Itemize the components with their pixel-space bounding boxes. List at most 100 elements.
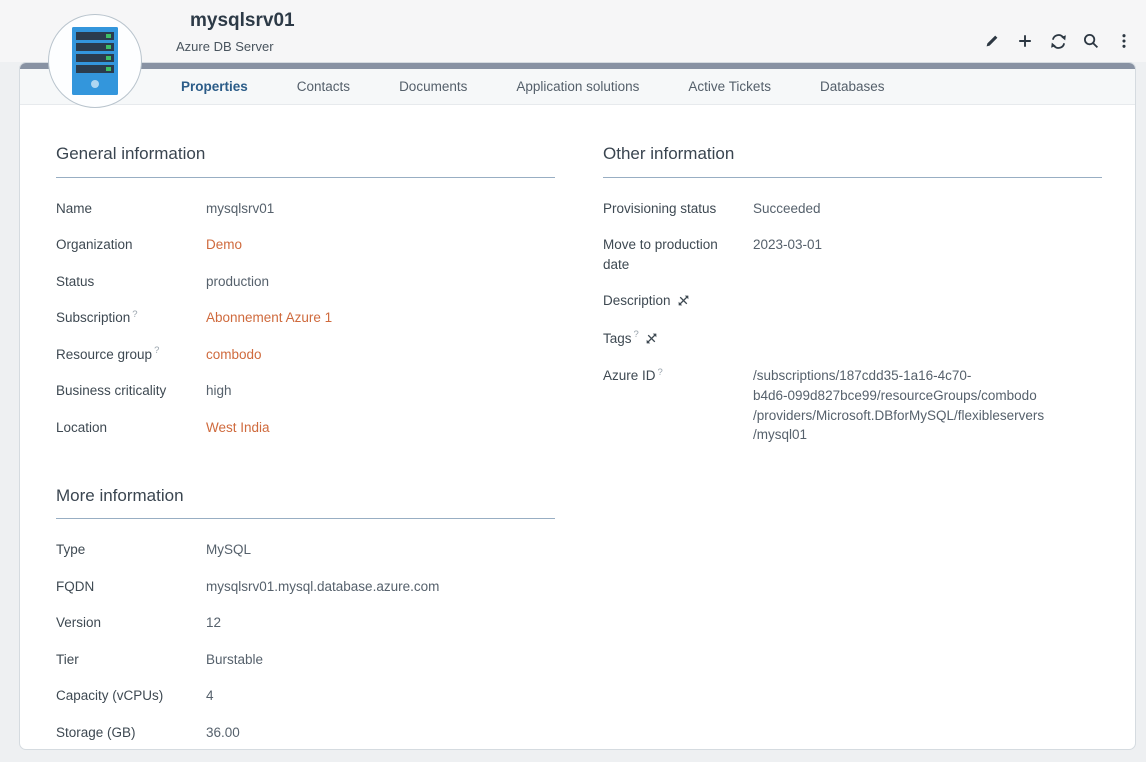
field-value: 12 — [206, 613, 555, 633]
field-label: Business criticality — [56, 381, 206, 401]
field-label-text: Location — [56, 420, 107, 435]
field-row-provisioning-status: Provisioning status Succeeded — [603, 199, 1102, 219]
field-value: production — [206, 272, 555, 292]
kebab-menu-icon — [1116, 33, 1132, 49]
section-title: General information — [56, 142, 555, 178]
field-value: 36.00 — [206, 723, 555, 743]
field-label: Name — [56, 199, 206, 219]
help-indicator: ? — [154, 345, 159, 356]
server-icon — [72, 27, 118, 95]
field-label-text: Storage (GB) — [56, 725, 136, 740]
field-row-name: Name mysqlsrv01 — [56, 199, 555, 219]
field-value-link[interactable]: Demo — [206, 235, 555, 255]
section-title: Other information — [603, 142, 1102, 178]
edit-button[interactable] — [981, 30, 1003, 52]
field-row-tier: TierBurstable — [56, 650, 555, 670]
field-value — [753, 329, 1102, 350]
expand-field-button[interactable] — [678, 292, 689, 312]
field-label-text: Azure ID — [603, 368, 656, 383]
tab-contacts[interactable]: Contacts — [297, 77, 350, 97]
section-general-information: General information Namemysqlsrv01Organi… — [56, 142, 555, 438]
object-avatar — [48, 14, 142, 108]
expand-field-button[interactable] — [646, 330, 657, 350]
field-label-text: FQDN — [56, 579, 94, 594]
field-row-business-criticality: Business criticalityhigh — [56, 381, 555, 401]
header-actions — [981, 30, 1135, 52]
magnifier-icon — [1083, 33, 1099, 49]
field-label-text: Subscription — [56, 310, 130, 325]
field-row-type: TypeMySQL — [56, 540, 555, 560]
refresh-icon — [1050, 33, 1067, 50]
field-value: 4 — [206, 686, 555, 706]
field-row-storage-gb: Storage (GB) 36.00 — [56, 723, 555, 743]
field-row-azure-id: Azure ID?/subscriptions/187cdd35-1a16-4c… — [603, 366, 1102, 444]
header-band — [0, 0, 1146, 62]
section-title: More information — [56, 484, 555, 520]
field-value: mysqlsrv01 — [206, 199, 555, 219]
expand-arrows-icon — [646, 333, 657, 344]
field-row-move-to-production-date: Move to production date2023-03-01 — [603, 235, 1102, 274]
page-title: mysqlsrv01 — [190, 7, 295, 35]
general-fields: Namemysqlsrv01OrganizationDemoStatusprod… — [56, 199, 555, 438]
field-label-text: Provisioning status — [603, 201, 716, 216]
object-class-label: Azure DB Server — [176, 38, 274, 57]
field-label: Version — [56, 613, 206, 633]
field-label: Move to production date — [603, 235, 753, 274]
field-row-organization: OrganizationDemo — [56, 235, 555, 255]
field-value — [753, 291, 1102, 312]
field-label-text: Tier — [56, 652, 79, 667]
field-label: Capacity (vCPUs) — [56, 686, 206, 706]
field-value-link[interactable]: combodo — [206, 345, 555, 365]
tab-properties[interactable]: Properties — [181, 77, 248, 97]
field-label: Azure ID? — [603, 366, 753, 444]
search-button[interactable] — [1080, 30, 1102, 52]
left-column: General information Namemysqlsrv01Organi… — [56, 142, 555, 743]
right-column: Other information Provisioning status Suc… — [603, 142, 1102, 743]
field-label: Provisioning status — [603, 199, 753, 219]
field-label-text: Type — [56, 542, 85, 557]
field-value: Succeeded — [753, 199, 1102, 219]
section-other-information: Other information Provisioning status Suc… — [603, 142, 1102, 445]
more-actions-button[interactable] — [1113, 30, 1135, 52]
field-value: /subscriptions/187cdd35-1a16-4c70- b4d6-… — [753, 366, 1102, 444]
field-label-text: Move to production date — [603, 237, 718, 272]
other-fields: Provisioning status Succeeded Move to prod… — [603, 199, 1102, 445]
field-label: Resource group? — [56, 345, 206, 365]
field-label: Subscription? — [56, 308, 206, 328]
help-indicator: ? — [658, 367, 663, 378]
refresh-button[interactable] — [1047, 30, 1069, 52]
field-label-text: Capacity (vCPUs) — [56, 688, 163, 703]
field-row-location: Location West India — [56, 418, 555, 438]
field-row-resource-group: Resource group?combodo — [56, 345, 555, 365]
field-label: Type — [56, 540, 206, 560]
field-label-text: Business criticality — [56, 383, 166, 398]
field-label-text: Status — [56, 274, 94, 289]
new-object-button[interactable] — [1014, 30, 1036, 52]
field-label: Storage (GB) — [56, 723, 206, 743]
expand-arrows-icon — [678, 295, 689, 306]
field-label: Description — [603, 291, 753, 312]
field-label: Organization — [56, 235, 206, 255]
field-row-status: Status production — [56, 272, 555, 292]
tab-active-tickets[interactable]: Active Tickets — [688, 77, 771, 97]
tab-application-solutions[interactable]: Application solutions — [516, 77, 639, 97]
section-more-information: More information TypeMySQL FQDNmysqlsrv01… — [56, 484, 555, 743]
field-row-tags: Tags? — [603, 329, 1102, 350]
field-value-link[interactable]: Abonnement Azure 1 — [206, 308, 555, 328]
field-row-version: Version 12 — [56, 613, 555, 633]
field-label: Tags? — [603, 329, 753, 350]
field-label: Tier — [56, 650, 206, 670]
field-label: Status — [56, 272, 206, 292]
field-label: FQDN — [56, 577, 206, 597]
field-row-capacity-vcpus: Capacity (vCPUs) 4 — [56, 686, 555, 706]
tab-documents[interactable]: Documents — [399, 77, 467, 97]
field-value-link[interactable]: West India — [206, 418, 555, 438]
field-label-text: Name — [56, 201, 92, 216]
tab-databases[interactable]: Databases — [820, 77, 885, 97]
field-label-text: Tags — [603, 331, 632, 346]
plus-icon — [1017, 33, 1033, 49]
help-indicator: ? — [634, 329, 639, 340]
field-row-fqdn: FQDNmysqlsrv01.mysql.database.azure.com — [56, 577, 555, 597]
more-fields: TypeMySQL FQDNmysqlsrv01.mysql.database.a… — [56, 540, 555, 742]
field-label-text: Version — [56, 615, 101, 630]
